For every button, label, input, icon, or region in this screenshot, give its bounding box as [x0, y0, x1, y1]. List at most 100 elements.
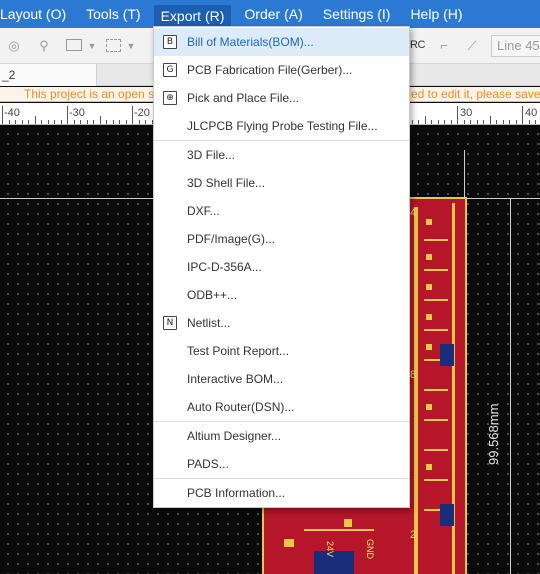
drc-button[interactable]: RC	[410, 39, 425, 51]
ruler-tick	[444, 120, 445, 124]
menu-item-label: Test Point Report...	[187, 344, 290, 358]
menu-item-dxf[interactable]: DXF...	[154, 197, 409, 225]
menu-help[interactable]: Help (H)	[400, 0, 472, 28]
lasso-select-icon[interactable]	[106, 39, 121, 52]
ruler-tick	[463, 120, 465, 124]
chevron-down-icon[interactable]: ▼	[84, 38, 100, 54]
menu-item-label: PDF/Image(G)...	[187, 232, 276, 246]
ruler-label: 30	[460, 107, 473, 119]
ruler-tick	[457, 106, 458, 124]
menu-item-ipc[interactable]: IPC-D-356A...	[154, 253, 409, 281]
menu-item-label: Netlist...	[187, 316, 231, 330]
ruler-tick	[509, 120, 510, 124]
menu-item-label: PCB Information...	[187, 486, 286, 500]
menu-item-pdf-image[interactable]: PDF/Image(G)...	[154, 225, 409, 253]
ruler-tick	[2, 106, 3, 124]
menu-item-gerber[interactable]: G PCB Fabrication File(Gerber)...	[154, 56, 409, 84]
menu-item-label: Interactive BOM...	[187, 372, 284, 386]
ruler-tick	[15, 120, 16, 124]
ruler-tick	[41, 120, 42, 124]
silk-label: 2	[410, 529, 417, 541]
ruler-tick	[86, 120, 88, 124]
silk-label: 8	[410, 369, 417, 381]
menu-item-flying-probe[interactable]: JLCPCB Flying Probe Testing File...	[154, 112, 409, 140]
menu-item-label: JLCPCB Flying Probe Testing File...	[187, 119, 378, 133]
menu-item-label: 3D Shell File...	[187, 176, 266, 190]
ruler-tick	[437, 120, 439, 124]
dimension-label: 99.568mm	[486, 403, 501, 465]
ruler-tick	[73, 120, 75, 124]
ruler-tick	[418, 120, 419, 124]
chevron-down-icon[interactable]: ▼	[123, 38, 139, 54]
ruler-tick	[424, 116, 426, 124]
silk-label: 24V	[325, 540, 336, 558]
diagonal-route-icon[interactable]: ⟋	[464, 38, 480, 54]
document-tab[interactable]: _2	[0, 64, 97, 86]
menu-item-odb[interactable]: ODB++...	[154, 281, 409, 309]
circle-tool-icon[interactable]: ◎	[6, 38, 22, 54]
menu-item-test-point[interactable]: Test Point Report...	[154, 337, 409, 365]
menu-item-label: 3D File...	[187, 148, 236, 162]
menu-item-netlist[interactable]: N Netlist...	[154, 309, 409, 337]
menu-bar: Layout (O) Tools (T) Export (R) Order (A…	[0, 0, 540, 28]
menu-item-pads[interactable]: PADS...	[154, 450, 409, 478]
ruler-tick	[515, 120, 517, 124]
ruler-tick	[80, 120, 81, 124]
menu-item-3d-shell[interactable]: 3D Shell File...	[154, 169, 409, 197]
ruler-tick	[476, 120, 478, 124]
menu-settings[interactable]: Settings (I)	[313, 0, 401, 28]
notice-text-left: This project is an open s	[24, 87, 155, 101]
dimension-arrow-line	[510, 198, 511, 574]
ruler-tick	[106, 120, 107, 124]
ruler-tick	[119, 120, 120, 124]
ruler-tick	[138, 120, 140, 124]
ruler-tick	[470, 120, 471, 124]
notice-text-right: ed to edit it, please save a	[411, 87, 540, 101]
ruler-tick	[450, 120, 452, 124]
menu-item-3d-file[interactable]: 3D File...	[154, 141, 409, 169]
ruler-tick	[528, 120, 530, 124]
gerber-icon: G	[163, 63, 177, 77]
menu-item-label: PCB Fabrication File(Gerber)...	[187, 63, 353, 77]
menu-tools[interactable]: Tools (T)	[76, 0, 150, 28]
ruler-tick	[132, 106, 133, 124]
menu-item-pick-and-place[interactable]: ⊕ Pick and Place File...	[154, 84, 409, 112]
pick-place-icon: ⊕	[163, 91, 177, 105]
ruler-tick	[67, 106, 68, 124]
ruler-tick	[93, 120, 94, 124]
ruler-tick	[28, 120, 29, 124]
menu-item-pcb-information[interactable]: PCB Information...	[154, 479, 409, 507]
ruler-tick	[99, 116, 101, 124]
export-dropdown-menu: B Bill of Materials(BOM)... G PCB Fabric…	[153, 26, 410, 508]
route-tool-icon[interactable]: ⌐	[436, 38, 452, 54]
menu-item-altium[interactable]: Altium Designer...	[154, 422, 409, 450]
ruler-tick	[535, 120, 536, 124]
ruler-tick	[502, 120, 504, 124]
ruler-tick	[522, 106, 523, 124]
ruler-tick	[496, 120, 497, 124]
ruler-label: -40	[4, 107, 20, 119]
menu-item-label: IPC-D-356A...	[187, 260, 262, 274]
menu-item-label: Altium Designer...	[187, 429, 282, 443]
line-mode-select[interactable]: Line 45°	[491, 35, 540, 57]
rect-select-icon[interactable]	[66, 39, 82, 51]
menu-item-bom[interactable]: B Bill of Materials(BOM)...	[154, 28, 409, 56]
menu-export[interactable]: Export (R)	[153, 4, 232, 27]
menu-layout[interactable]: Layout (O)	[0, 0, 76, 28]
menu-item-label: ODB++...	[187, 288, 238, 302]
ruler-tick	[54, 120, 55, 124]
netlist-icon: N	[163, 316, 177, 330]
dimension-guide-line	[464, 150, 465, 200]
menu-item-label: DXF...	[187, 204, 220, 218]
ruler-label: 40	[525, 107, 538, 119]
ruler-label: -20	[134, 107, 150, 119]
pin-tool-icon[interactable]: ⚲	[36, 38, 52, 54]
ruler-tick	[411, 120, 413, 124]
ruler-tick	[21, 120, 23, 124]
menu-order[interactable]: Order (A)	[234, 0, 312, 28]
silk-label: 4	[410, 207, 417, 219]
menu-item-auto-router[interactable]: Auto Router(DSN)...	[154, 393, 409, 421]
menu-item-interactive-bom[interactable]: Interactive BOM...	[154, 365, 409, 393]
ruler-tick	[483, 120, 484, 124]
silk-label: GND	[365, 539, 375, 559]
